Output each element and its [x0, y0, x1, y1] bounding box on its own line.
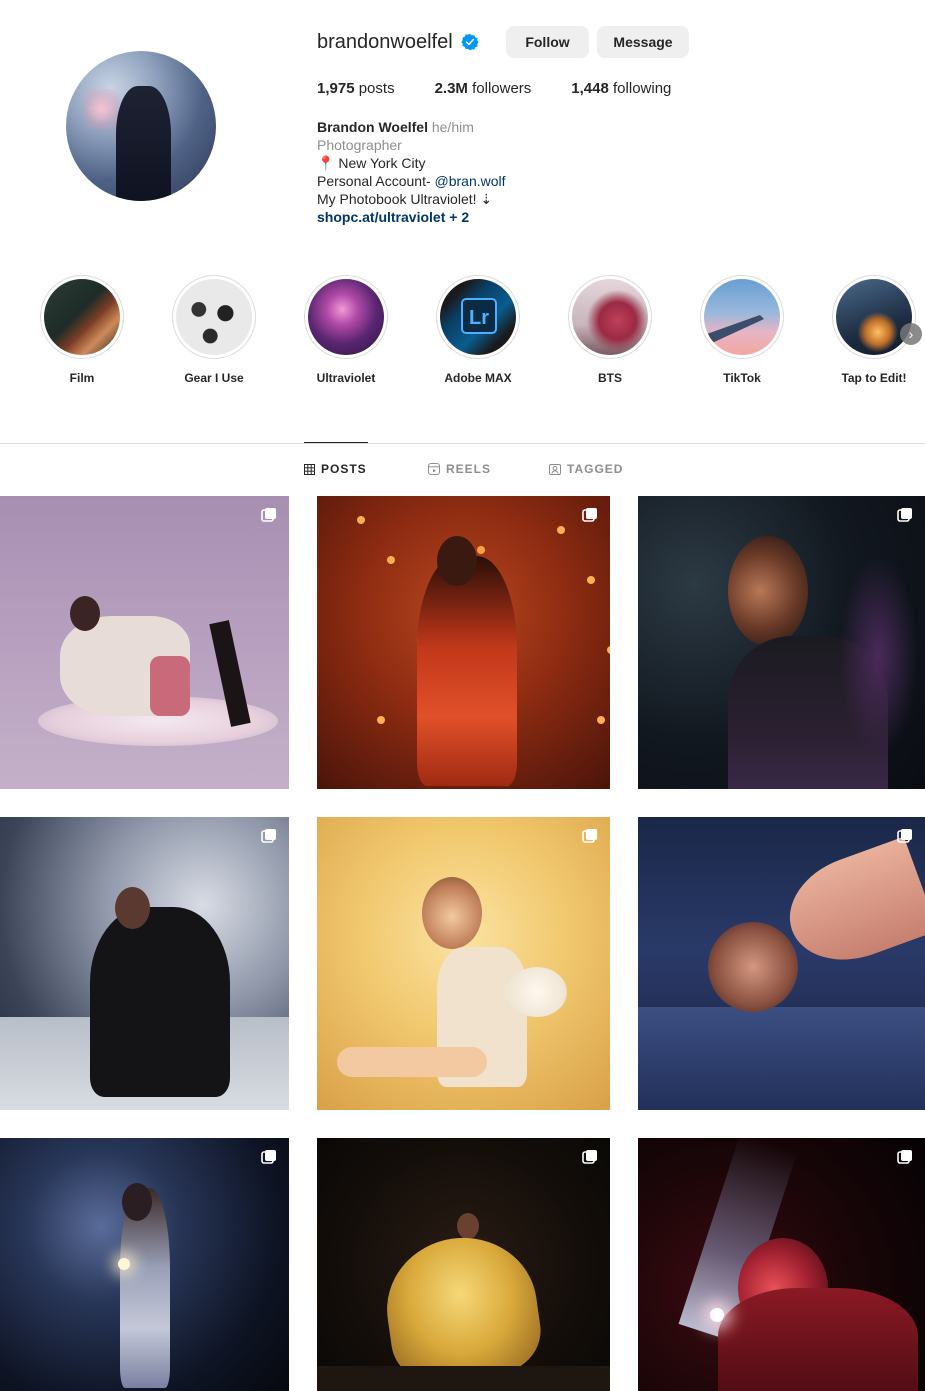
highlight-cover [572, 279, 648, 355]
highlight-ultraviolet[interactable]: Ultraviolet [291, 275, 401, 385]
highlight-adobe-max[interactable]: Lr Adobe MAX [423, 275, 533, 385]
highlight-ring [832, 275, 916, 359]
post-thumbnail[interactable] [638, 496, 925, 789]
post-thumbnail[interactable] [638, 817, 925, 1110]
story-highlights: Film Gear I Use Ultraviolet Lr Adobe MAX… [0, 275, 925, 395]
highlight-ring [568, 275, 652, 359]
post-thumbnail[interactable] [317, 1138, 610, 1391]
highlight-cover: Lr [440, 279, 516, 355]
avatar-figure [116, 86, 171, 201]
personal-account-link[interactable]: @bran.wolf [435, 173, 506, 189]
followers-label: followers [472, 80, 532, 97]
highlight-cover [704, 279, 780, 355]
highlight-gear[interactable]: Gear I Use [159, 275, 269, 385]
profile-stats: 1,975 posts 2.3M followers 1,448 followi… [317, 80, 711, 97]
highlight-ring [172, 275, 256, 359]
highlight-label: BTS [598, 371, 622, 385]
photobook-line: My Photobook Ultraviolet! ⇣ [317, 191, 493, 207]
svg-text:Lr: Lr [469, 307, 489, 329]
tab-label: REELS [446, 462, 492, 476]
avatar-light [84, 89, 119, 129]
location-text: New York City [338, 155, 426, 171]
personal-account-line: Personal Account- @bran.wolf [317, 172, 506, 190]
post-thumbnail[interactable] [317, 817, 610, 1110]
category: Photographer [317, 137, 402, 153]
highlight-ring: Lr [436, 275, 520, 359]
highlight-tiktok[interactable]: TikTok [687, 275, 797, 385]
lightroom-logo-icon: Lr [461, 298, 497, 334]
carousel-icon [897, 1150, 912, 1164]
highlight-label: Gear I Use [184, 371, 244, 385]
username-row: brandonwoelfel [317, 26, 479, 58]
airplane-wing-icon [704, 315, 764, 343]
highlight-cover [176, 279, 252, 355]
highlight-cover [44, 279, 120, 355]
post-thumbnail[interactable] [317, 496, 610, 789]
highlights-next-chevron-icon[interactable]: › [900, 323, 922, 345]
tab-reels[interactable]: REELS [428, 462, 491, 476]
highlight-label: TikTok [723, 371, 761, 385]
following-count: 1,448 [571, 80, 609, 97]
highlight-ring [304, 275, 388, 359]
carousel-icon [582, 1150, 597, 1164]
highlight-cover [308, 279, 384, 355]
bio-link[interactable]: shopc.at/ultraviolet + 2 [317, 208, 506, 226]
tab-tagged[interactable]: TAGGED [549, 462, 623, 476]
profile-avatar[interactable] [66, 51, 216, 201]
tagged-icon [549, 464, 561, 475]
posts-stat: 1,975 posts [317, 80, 395, 97]
carousel-icon [897, 508, 912, 522]
grid-icon [304, 463, 315, 475]
following-label: following [613, 80, 672, 97]
tab-label: TAGGED [567, 462, 624, 476]
posts-label: posts [358, 80, 395, 97]
location-pin-icon: 📍 [317, 155, 335, 171]
message-button[interactable]: Message [597, 26, 689, 58]
carousel-icon [897, 829, 912, 843]
verified-badge-icon [460, 33, 479, 51]
tabs-divider [0, 443, 925, 444]
highlight-label: Film [69, 371, 95, 385]
highlight-label: Adobe MAX [444, 371, 512, 385]
followers-count: 2.3M [434, 80, 468, 97]
pronouns: he/him [431, 119, 474, 135]
tab-label: POSTS [321, 462, 367, 476]
carousel-icon [261, 1150, 276, 1164]
post-thumbnail[interactable] [0, 1138, 289, 1391]
reels-icon [428, 463, 440, 475]
highlight-film[interactable]: Film [27, 275, 137, 385]
full-name: Brandon Woelfel [317, 119, 428, 135]
highlight-bts[interactable]: BTS [555, 275, 665, 385]
username: brandonwoelfel [317, 30, 453, 53]
posts-count: 1,975 [317, 80, 355, 97]
carousel-icon [582, 508, 597, 522]
tab-posts[interactable]: POSTS [304, 462, 367, 476]
followers-stat[interactable]: 2.3M followers [435, 80, 532, 97]
highlight-label: Ultraviolet [316, 371, 376, 385]
highlight-label: Tap to Edit! [841, 371, 907, 385]
location-line: 📍 New York City [317, 154, 506, 172]
highlight-cover [836, 279, 912, 355]
post-thumbnail[interactable] [638, 1138, 925, 1391]
highlight-ring [40, 275, 124, 359]
following-stat[interactable]: 1,448 following [571, 80, 671, 97]
post-thumbnail[interactable] [0, 817, 289, 1110]
highlight-ring [700, 275, 784, 359]
profile-bio: Brandon Woelfel he/him Photographer 📍 Ne… [317, 118, 506, 226]
carousel-icon [582, 829, 597, 843]
profile-tabs: POSTS REELS TAGGED [0, 462, 925, 480]
bio-name-line: Brandon Woelfel he/him [317, 118, 506, 136]
active-tab-indicator [304, 442, 368, 443]
personal-account-prefix: Personal Account- [317, 173, 431, 189]
carousel-icon [261, 829, 276, 843]
follow-button[interactable]: Follow [506, 26, 589, 58]
post-thumbnail[interactable] [0, 496, 289, 789]
carousel-icon [261, 508, 276, 522]
